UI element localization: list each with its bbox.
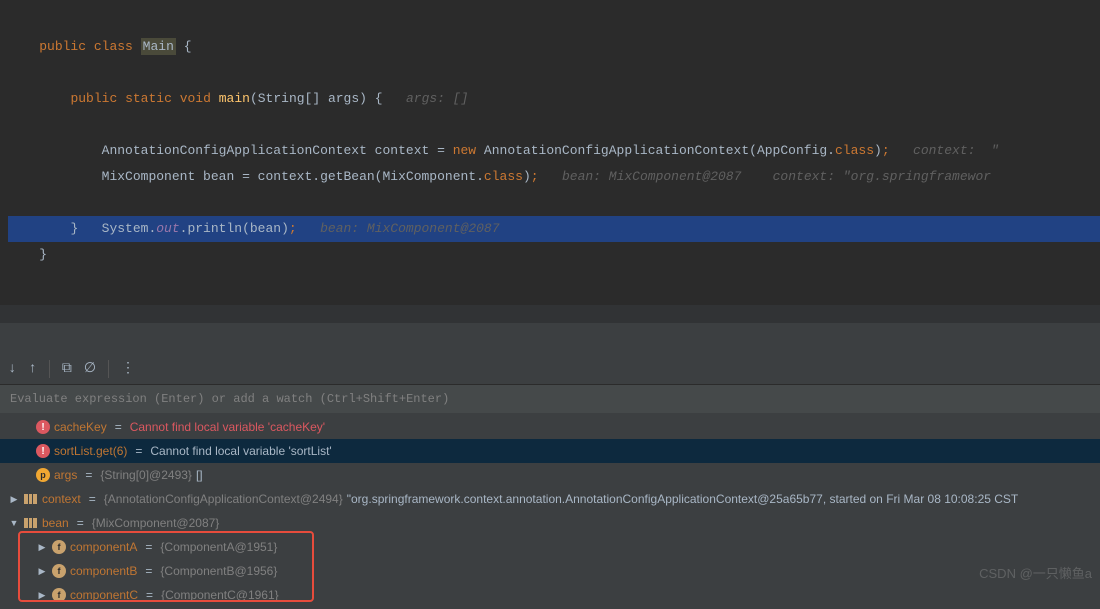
panel-gap: [0, 323, 1100, 353]
class-highlight: Main: [141, 38, 176, 55]
error-icon: !: [36, 420, 50, 434]
variable-row-componentB[interactable]: ▶ f componentB={ComponentB@1956}: [0, 559, 1100, 583]
expand-icon[interactable]: ▶: [36, 542, 48, 553]
more-icon[interactable]: ⋮: [121, 360, 135, 377]
inlay-hint: context: ": [913, 143, 999, 158]
arrow-down-icon[interactable]: ↓: [8, 361, 16, 377]
object-icon: [24, 518, 38, 528]
inlay-hint: bean: MixComponent@2087: [320, 221, 499, 236]
param-icon: p: [36, 468, 50, 482]
error-icon: !: [36, 444, 50, 458]
watermark: CSDN @一只懒鱼a: [979, 563, 1092, 582]
separator: [108, 360, 109, 378]
evaluate-expression-input[interactable]: Evaluate expression (Enter) or add a wat…: [0, 385, 1100, 413]
copy-icon[interactable]: ⧉: [62, 361, 72, 377]
object-icon: [24, 494, 38, 504]
variable-row-context[interactable]: ▶ context={AnnotationConfigApplicationCo…: [0, 487, 1100, 511]
variable-row-args[interactable]: p args={String[0]@2493} []: [0, 463, 1100, 487]
field-icon: f: [52, 564, 66, 578]
field-icon: f: [52, 540, 66, 554]
code-line[interactable]: AnnotationConfigApplicationContext conte…: [8, 112, 1100, 138]
field-icon: f: [52, 588, 66, 602]
variable-row-bean[interactable]: ▼ bean={MixComponent@2087}: [0, 511, 1100, 535]
editor-scrollbar[interactable]: [0, 305, 1100, 323]
variable-row-componentA[interactable]: ▶ f componentA={ComponentA@1951}: [0, 535, 1100, 559]
expand-icon[interactable]: ▶: [36, 566, 48, 577]
filter-icon[interactable]: ∅: [84, 360, 96, 377]
inlay-hint: args: []: [406, 91, 468, 106]
watch-row-error[interactable]: ! cacheKey=Cannot find local variable 'c…: [0, 415, 1100, 439]
code-line[interactable]: public class Main {: [8, 8, 1100, 34]
arrow-up-icon[interactable]: ↑: [28, 361, 36, 377]
inlay-hint: context: "org.springframewor: [773, 169, 991, 184]
code-line[interactable]: public static void main(String[] args) {…: [8, 60, 1100, 86]
collapse-icon[interactable]: ▼: [8, 518, 20, 528]
expand-icon[interactable]: ▶: [36, 590, 48, 601]
inlay-hint: bean: MixComponent@2087: [562, 169, 741, 184]
variable-row-componentC[interactable]: ▶ f componentC={ComponentC@1961}: [0, 583, 1100, 607]
code-editor[interactable]: public class Main { public static void m…: [0, 0, 1100, 305]
debug-toolbar: ↓ ↑ ⧉ ∅ ⋮: [0, 353, 1100, 385]
separator: [49, 360, 50, 378]
watch-row-error[interactable]: ! sortList.get(6)=Cannot find local vari…: [0, 439, 1100, 463]
code-line[interactable]: }: [8, 190, 1100, 216]
variables-panel: ! cacheKey=Cannot find local variable 'c…: [0, 413, 1100, 609]
expand-icon[interactable]: ▶: [8, 494, 20, 505]
